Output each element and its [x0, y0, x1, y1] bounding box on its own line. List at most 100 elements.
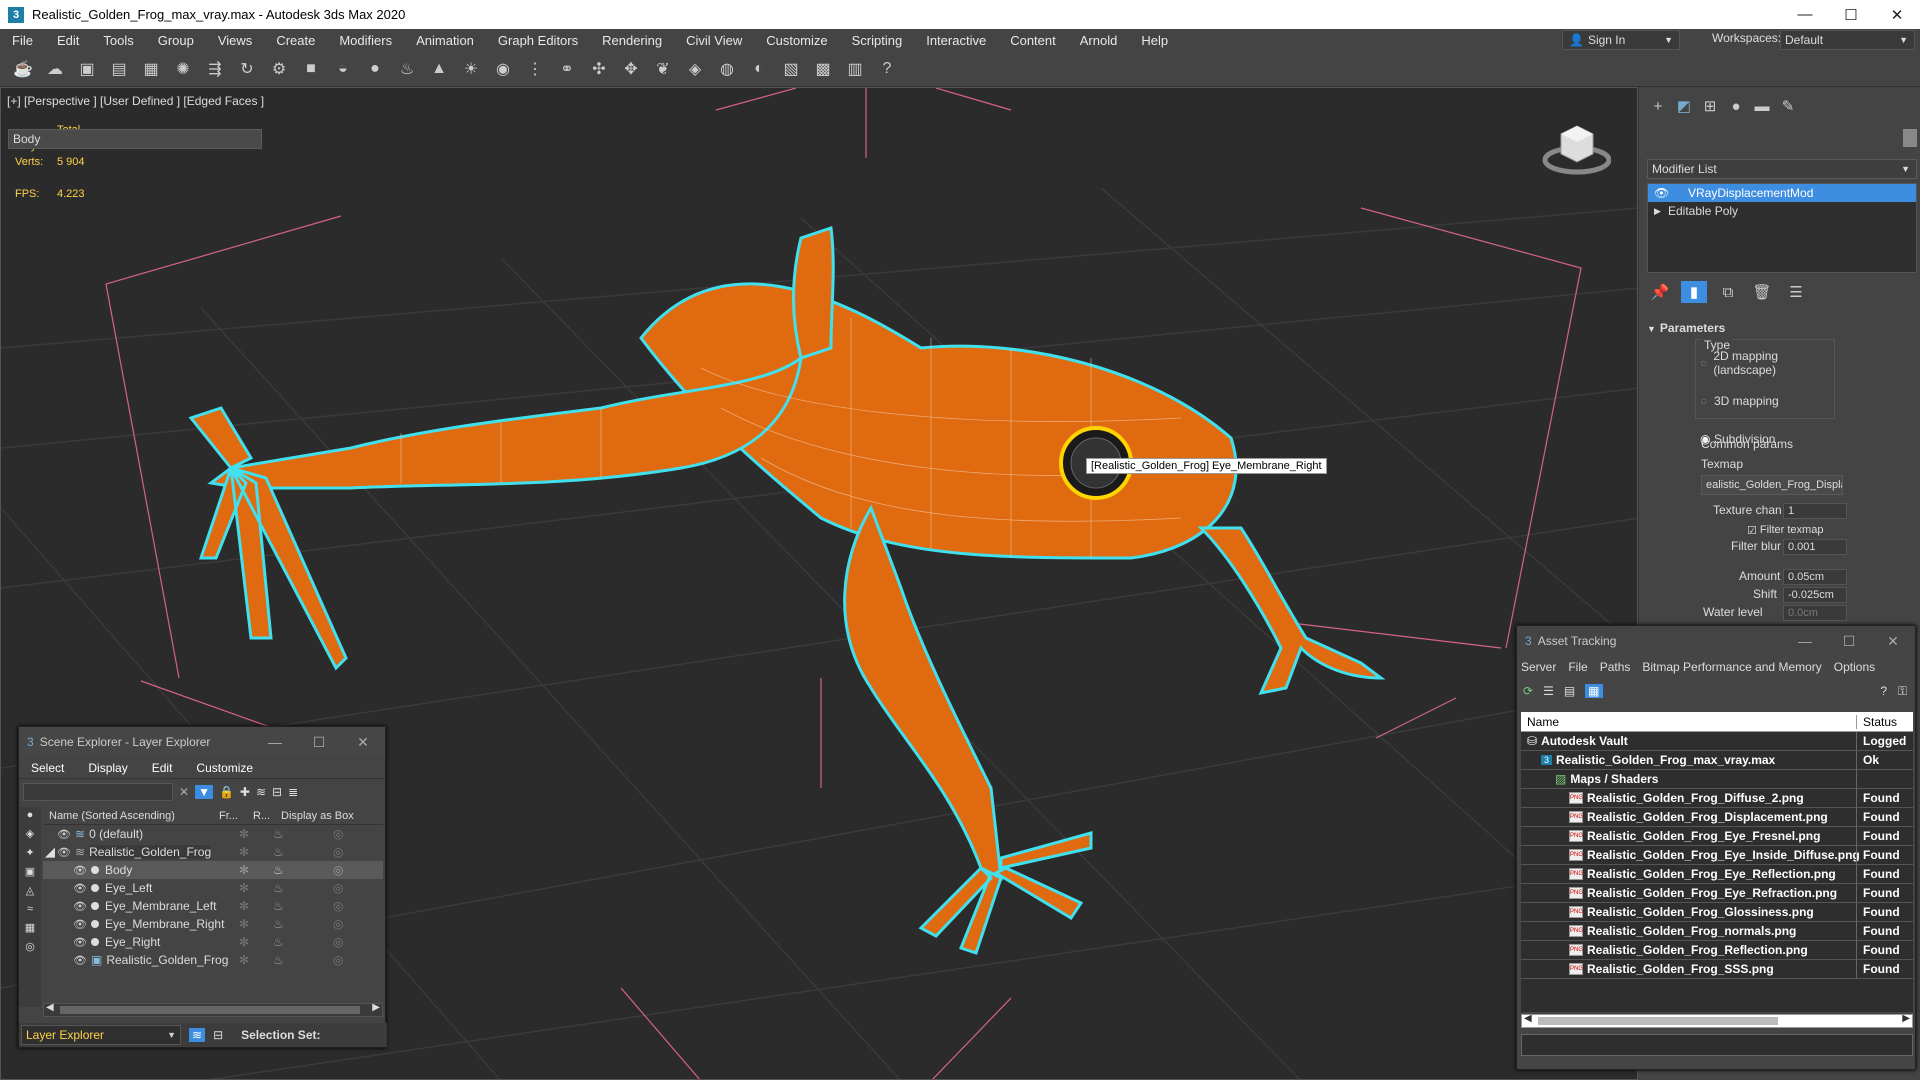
sun-icon[interactable]: ☀ — [458, 56, 484, 82]
remove-modifier-icon[interactable]: 🗑 — [1749, 281, 1775, 303]
menu-graph-editors[interactable]: Graph Editors — [486, 33, 590, 48]
utilities-tab-icon[interactable]: ✎ — [1775, 95, 1801, 117]
transform-icon[interactable]: ⇶ — [202, 56, 228, 82]
col-frozen-header[interactable]: Fr... — [219, 810, 253, 822]
hierarchy-icon[interactable]: ⊟ — [272, 785, 282, 799]
menu-options[interactable]: Options — [1834, 660, 1875, 674]
grid-icon[interactable]: ▦ — [138, 56, 164, 82]
display-objects-icon[interactable]: ● — [27, 809, 34, 821]
sphere-icon[interactable]: ● — [362, 56, 388, 82]
menu-file[interactable]: File — [0, 33, 45, 48]
minimize-button[interactable]: — — [253, 727, 297, 757]
horizontal-scrollbar[interactable]: ◀ ▶ — [43, 1002, 383, 1017]
display-shapes-icon[interactable]: ◈ — [26, 827, 34, 840]
asset-row[interactable]: ▨ Maps / Shaders — [1521, 769, 1913, 789]
lock-icon[interactable]: 🔒 — [219, 785, 234, 799]
minimize-button[interactable]: — — [1782, 0, 1828, 29]
col-status-header[interactable]: Status — [1856, 714, 1897, 729]
asset-row[interactable]: PNG Realistic_Golden_Frog_Eye_Refraction.… — [1521, 883, 1913, 903]
asset-row[interactable]: 3 Realistic_Golden_Frog_max_vray.max Ok — [1521, 750, 1913, 770]
display-xrefs-icon[interactable]: ◎ — [25, 940, 35, 953]
menu-tools[interactable]: Tools — [91, 33, 145, 48]
box-icon[interactable]: ■ — [298, 56, 324, 82]
scroll-thumb[interactable] — [1538, 1017, 1778, 1025]
create-tab-icon[interactable]: + — [1645, 95, 1671, 117]
dome-icon[interactable]: ◒ — [330, 56, 356, 82]
layers-toggle-icon[interactable]: ≋ — [189, 1028, 206, 1042]
parameters-rollout-header[interactable]: ▼ Parameters — [1647, 321, 1725, 335]
close-button[interactable]: ✕ — [341, 727, 385, 757]
modify-tab-icon[interactable]: ◩ — [1671, 95, 1697, 117]
menu-civil-view[interactable]: Civil View — [674, 33, 754, 48]
refresh-icon[interactable]: ⟳ — [1523, 684, 1533, 698]
scroll-left-icon[interactable]: ◀ — [46, 1002, 54, 1013]
cloud-icon[interactable]: ☁ — [42, 56, 68, 82]
table-icon[interactable]: ▤ — [106, 56, 132, 82]
eye-icon[interactable]: 👁 — [73, 882, 87, 895]
asset-row[interactable]: PNG Realistic_Golden_Frog_Eye_Fresnel.png… — [1521, 826, 1913, 846]
layers-icon[interactable]: ≋ — [256, 785, 266, 799]
stack-icon[interactable]: ≣ — [288, 785, 298, 799]
asset-row[interactable]: PNG Realistic_Golden_Frog_SSS.png Found — [1521, 959, 1913, 979]
expand-arrow-icon[interactable]: ◢ — [43, 843, 57, 861]
col-name-header[interactable]: Name (Sorted Ascending) — [43, 810, 219, 822]
eye-icon[interactable]: 👁 — [73, 936, 87, 949]
layer-row[interactable]: 👁 ≋ 0 (default) ✻ ♨ ◎ — [43, 825, 383, 843]
close-button[interactable]: ✕ — [1874, 0, 1920, 29]
menu-views[interactable]: Views — [206, 33, 264, 48]
proxy-icon[interactable]: ⚭ — [554, 56, 580, 82]
globe-icon[interactable]: ◍ — [714, 56, 740, 82]
menu-group[interactable]: Group — [146, 33, 206, 48]
display-tab-icon[interactable]: ▬ — [1749, 95, 1775, 117]
render-setup-icon[interactable]: ▧ — [778, 56, 804, 82]
search-input[interactable] — [23, 783, 173, 801]
make-unique-icon[interactable]: ⧉ — [1715, 281, 1741, 303]
minimize-button[interactable]: — — [1783, 626, 1827, 656]
asset-row[interactable]: PNG Realistic_Golden_Frog_Glossiness.png F… — [1521, 902, 1913, 922]
explorer-type-dropdown[interactable]: Layer Explorer ▼ — [21, 1025, 181, 1045]
help-icon[interactable]: ? — [874, 56, 900, 82]
col-render-header[interactable]: R... — [253, 810, 281, 822]
texmap-button[interactable]: ealistic_Golden_Frog_Displace — [1701, 475, 1843, 495]
layer-row[interactable]: 👁 ▣ Realistic_Golden_Frog ✻ ♨ ◎ — [43, 951, 383, 969]
menu-create[interactable]: Create — [264, 33, 327, 48]
menu-bitmap-performance[interactable]: Bitmap Performance and Memory — [1642, 660, 1821, 674]
layer-row[interactable]: 👁 Eye_Membrane_Left ✻ ♨ ◎ — [43, 897, 383, 915]
eye-icon[interactable]: 👁 — [57, 846, 71, 859]
layer-row-selected[interactable]: 👁 Body ✻ ♨ ◎ — [43, 861, 383, 879]
motion-tab-icon[interactable]: ● — [1723, 95, 1749, 117]
stack-item-vray-displacement[interactable]: 👁 VRayDisplacementMod — [1648, 184, 1916, 202]
layer-row[interactable]: 👁 Eye_Membrane_Right ✻ ♨ ◎ — [43, 915, 383, 933]
radio-2d-mapping[interactable]: ○ 2D mapping (landscape) — [1700, 349, 1838, 377]
menu-customize[interactable]: Customize — [196, 761, 253, 775]
scene-explorer-titlebar[interactable]: 3 Scene Explorer - Layer Explorer — ☐ ✕ — [19, 727, 385, 757]
fur-icon[interactable]: ✣ — [586, 56, 612, 82]
light-bulb-icon[interactable]: ✺ — [170, 56, 196, 82]
scroll-right-icon[interactable]: ▶ — [372, 1002, 380, 1013]
menu-server[interactable]: Server — [1521, 660, 1556, 674]
sign-in-dropdown[interactable]: 👤 Sign In ▼ — [1562, 30, 1680, 50]
render-icon[interactable]: ▩ — [810, 56, 836, 82]
menu-file[interactable]: File — [1568, 660, 1587, 674]
viewcube[interactable] — [1541, 116, 1612, 176]
scroll-right-icon[interactable]: ▶ — [1902, 1013, 1910, 1024]
object-color-swatch[interactable] — [1903, 129, 1917, 147]
shift-spinner[interactable]: -0.025cm — [1783, 587, 1847, 603]
asset-row[interactable]: ⛁Autodesk Vault Logged C — [1521, 732, 1913, 767]
eye-icon[interactable]: 👁 — [73, 864, 87, 877]
help-icon[interactable]: ? — [1880, 684, 1887, 698]
show-end-result-icon[interactable]: ▮ — [1681, 281, 1707, 303]
asset-tracking-titlebar[interactable]: 3 Asset Tracking — ☐ ✕ — [1517, 626, 1915, 656]
water-level-spinner[interactable]: 0.0cm — [1783, 605, 1847, 621]
plane-icon[interactable]: ✥ — [618, 56, 644, 82]
menu-select[interactable]: Select — [31, 761, 64, 775]
hierarchy-tab-icon[interactable]: ⊞ — [1697, 95, 1723, 117]
menu-modifiers[interactable]: Modifiers — [327, 33, 404, 48]
display-groups-icon[interactable]: ▦ — [25, 921, 35, 934]
asset-row[interactable]: PNG Realistic_Golden_Frog_Eye_Reflection.… — [1521, 864, 1913, 884]
menu-display[interactable]: Display — [88, 761, 127, 775]
scroll-thumb[interactable] — [60, 1006, 360, 1014]
close-button[interactable]: ✕ — [1871, 626, 1915, 656]
stack-item-editable-poly[interactable]: ▶ Editable Poly — [1648, 202, 1916, 220]
layer-row[interactable]: 👁 Eye_Left ✻ ♨ ◎ — [43, 879, 383, 897]
